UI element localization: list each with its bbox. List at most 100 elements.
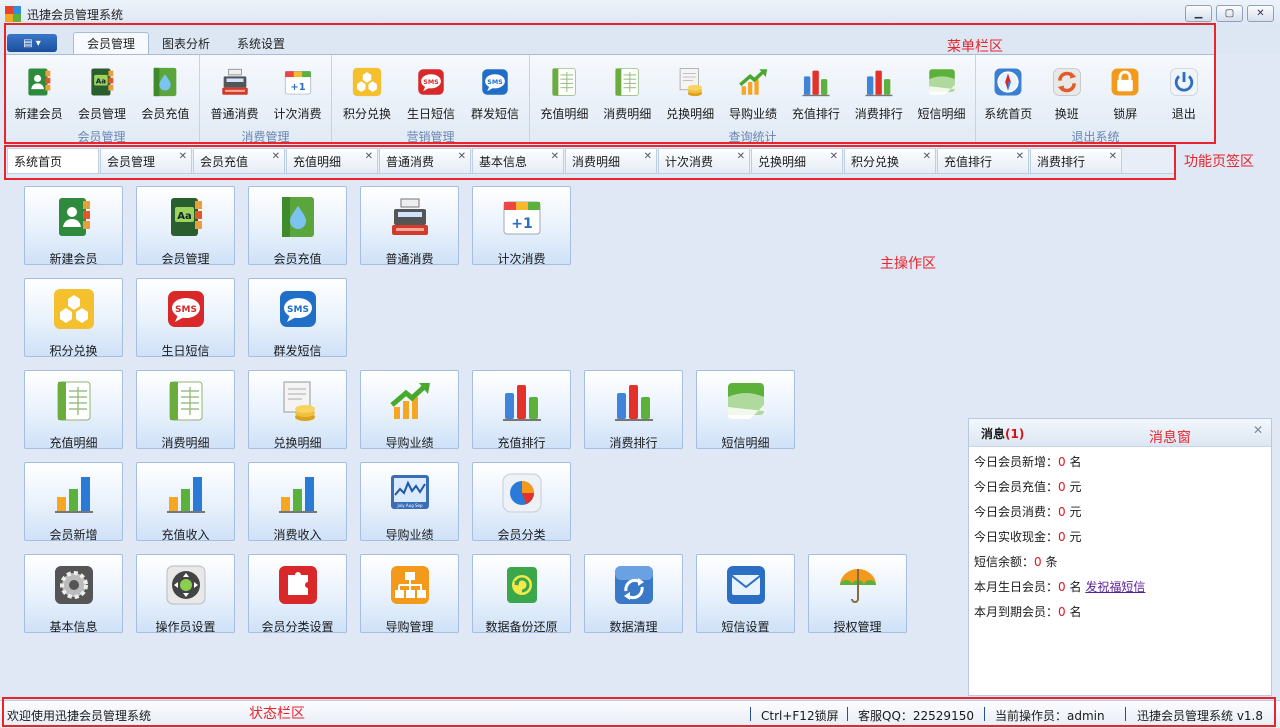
function-tile[interactable]: 消费收入 — [248, 462, 347, 542]
function-tile[interactable]: 普通消费 — [360, 186, 459, 266]
annotation-tabs: 功能页签区 — [1184, 154, 1254, 170]
tile-label: 普通消费 — [385, 252, 434, 266]
function-tile[interactable]: 会员充值 — [248, 186, 347, 266]
gear-icon — [50, 561, 98, 609]
send-greeting-sms-link[interactable]: 发祝福短信 — [1085, 580, 1145, 594]
maximize-button[interactable]: ▢ — [1216, 5, 1243, 22]
tile-label: 兑换明细 — [273, 436, 322, 450]
message-title: 消息(1) — [981, 425, 1024, 442]
close-window-button[interactable]: ✕ — [1247, 5, 1274, 22]
tile-label: 群发短信 — [273, 344, 322, 358]
tile-label: 短信明细 — [721, 436, 770, 450]
function-tile[interactable]: 积分兑换 — [24, 278, 123, 358]
message-row: 今日会员充值：0 元 — [974, 478, 1082, 495]
function-tile[interactable]: 数据清理 — [584, 554, 683, 634]
growth-arrow-icon — [386, 377, 434, 425]
message-row-value: 0 — [1058, 480, 1066, 494]
sms-red-icon: SMS — [162, 285, 210, 333]
tile-label: 数据清理 — [609, 620, 658, 634]
function-tile[interactable]: 新建会员 — [24, 186, 123, 266]
message-row: 短信余额：0 条 — [974, 553, 1058, 570]
tile-label: 导购管理 — [385, 620, 434, 634]
message-close-button[interactable]: ✕ — [1253, 423, 1263, 437]
function-tile[interactable]: 会员分类 — [472, 462, 571, 542]
app-logo-icon — [5, 6, 21, 22]
bar-growth-icon — [162, 469, 210, 517]
message-header: 消息(1) ✕ — [969, 419, 1271, 447]
tile-label: 会员充值 — [273, 252, 322, 266]
tile-label: 会员分类 — [497, 528, 546, 542]
pie-chart-icon — [498, 469, 546, 517]
message-row: 本月生日会员：0 名 发祝福短信 — [974, 578, 1145, 595]
function-tile[interactable]: 数据备份还原 — [472, 554, 571, 634]
function-tile[interactable]: 操作员设置 — [136, 554, 235, 634]
message-row-label: 本月生日会员： — [974, 580, 1059, 594]
ledger-icon — [50, 377, 98, 425]
message-row-label: 今日会员新增： — [974, 455, 1059, 469]
function-tile[interactable]: 授权管理 — [808, 554, 907, 634]
tile-label: 会员新增 — [49, 528, 98, 542]
honeycomb-icon — [50, 285, 98, 333]
tile-label: 充值排行 — [497, 436, 546, 450]
function-tile[interactable]: 基本信息 — [24, 554, 123, 634]
function-tile[interactable]: 导购业绩 — [360, 370, 459, 450]
message-row-label: 短信余额： — [974, 555, 1035, 569]
svg-text:Aa: Aa — [177, 211, 192, 222]
message-row-label: 今日会员充值： — [974, 480, 1059, 494]
message-count: (1) — [1005, 427, 1025, 441]
puzzle-icon — [274, 561, 322, 609]
message-row-value: 0 — [1058, 580, 1066, 594]
sms-blue-icon: SMS — [274, 285, 322, 333]
function-tile[interactable]: 短信明细 — [696, 370, 795, 450]
message-row-unit: 元 — [1069, 505, 1082, 519]
annotation-box-tabs — [4, 145, 1176, 180]
window-title: 迅捷会员管理系统 — [27, 7, 124, 22]
cash-register-icon — [386, 193, 434, 241]
message-row: 今日实收现金：0 元 — [974, 528, 1082, 545]
function-tile[interactable]: +1 计次消费 — [472, 186, 571, 266]
message-row-label: 今日会员消费： — [974, 505, 1059, 519]
function-tile[interactable]: 短信设置 — [696, 554, 795, 634]
message-row-unit: 元 — [1069, 530, 1082, 544]
minimize-button[interactable]: ▁ — [1185, 5, 1212, 22]
annotation-menubar: 菜单栏区 — [947, 39, 1003, 55]
function-tile[interactable]: Aa 会员管理 — [136, 186, 235, 266]
function-tile[interactable]: 充值排行 — [472, 370, 571, 450]
tile-label: 充值收入 — [161, 528, 210, 542]
function-tile[interactable]: SMS 群发短信 — [248, 278, 347, 358]
message-row-label: 今日实收现金： — [974, 530, 1059, 544]
function-tile[interactable]: 会员分类设置 — [248, 554, 347, 634]
function-tile[interactable]: 兑换明细 — [248, 370, 347, 450]
tile-label: 充值明细 — [49, 436, 98, 450]
message-note-icon — [722, 377, 770, 425]
bar-rank-icon — [610, 377, 658, 425]
calendar-plus-one-icon: +1 — [498, 193, 546, 241]
function-tile[interactable]: 会员新增 — [24, 462, 123, 542]
tile-label: 授权管理 — [833, 620, 882, 634]
message-row-value: 0 — [1058, 505, 1066, 519]
function-tile[interactable]: 充值收入 — [136, 462, 235, 542]
function-tile[interactable]: July Aug Sep 导购业绩 — [360, 462, 459, 542]
tile-label: 积分兑换 — [49, 344, 98, 358]
tile-label: 数据备份还原 — [485, 620, 558, 634]
message-row: 今日会员消费：0 元 — [974, 503, 1082, 520]
function-tile[interactable]: 导购管理 — [360, 554, 459, 634]
function-tile[interactable]: SMS 生日短信 — [136, 278, 235, 358]
annotation-main: 主操作区 — [880, 256, 936, 272]
annotation-box-menubar — [4, 23, 1216, 144]
tile-label: 导购业绩 — [385, 528, 434, 542]
svg-text:SMS: SMS — [175, 305, 197, 315]
annotation-box-status — [2, 697, 1276, 727]
org-chart-icon — [386, 561, 434, 609]
message-row-label: 本月到期会员： — [974, 605, 1059, 619]
message-row-unit: 名 — [1069, 455, 1082, 469]
tile-label: 消费收入 — [273, 528, 322, 542]
water-drop-icon — [274, 193, 322, 241]
member-book-icon: Aa — [162, 193, 210, 241]
tile-label: 消费排行 — [609, 436, 658, 450]
message-row: 今日会员新增：0 名 — [974, 453, 1082, 470]
function-tile[interactable]: 消费排行 — [584, 370, 683, 450]
tile-label: 会员管理 — [161, 252, 210, 266]
function-tile[interactable]: 充值明细 — [24, 370, 123, 450]
function-tile[interactable]: 消费明细 — [136, 370, 235, 450]
